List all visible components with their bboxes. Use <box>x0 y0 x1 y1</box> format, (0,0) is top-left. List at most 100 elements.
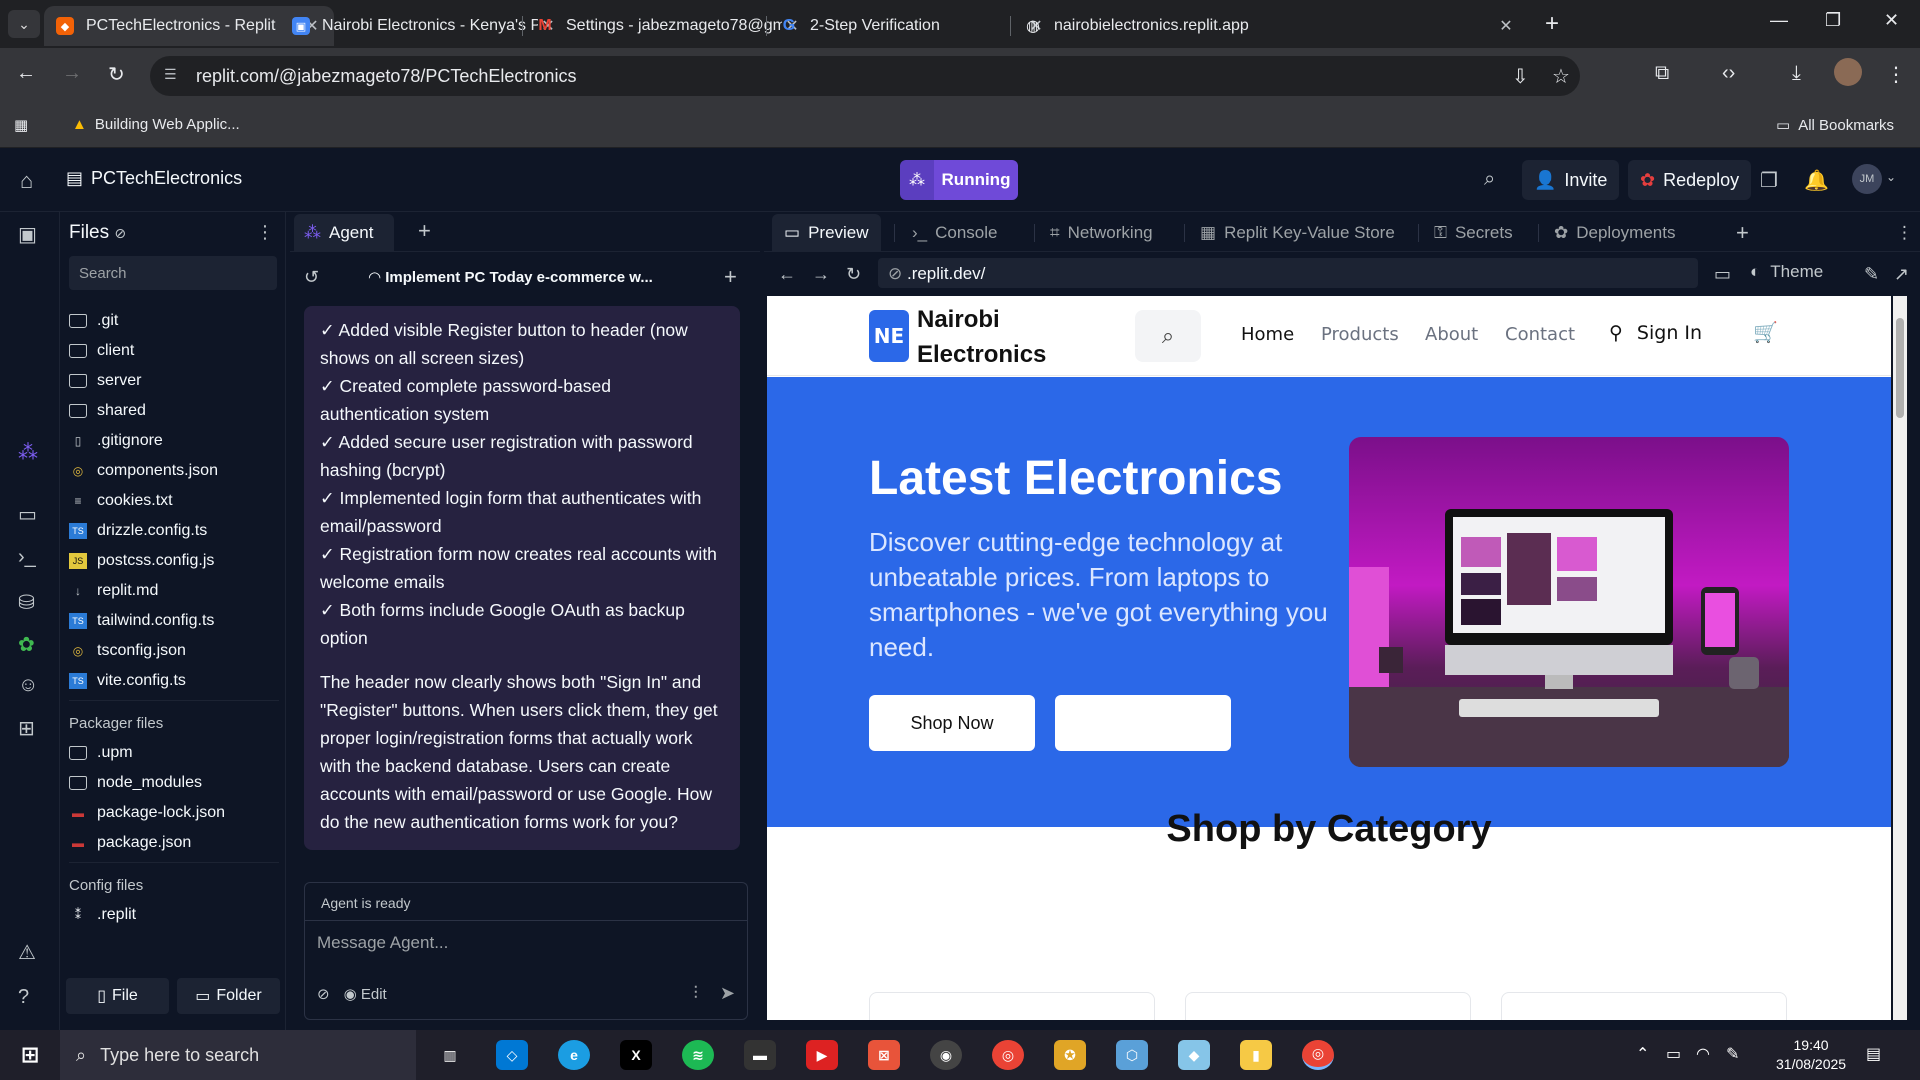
tree-item[interactable]: TS drizzle.config.ts <box>69 516 279 546</box>
tree-item[interactable]: client <box>69 336 279 366</box>
tree-item[interactable]: ◎ components.json <box>69 456 279 486</box>
address-bar[interactable]: ☰ replit.com/@jabezmageto78/PCTechElectr… <box>150 56 1580 96</box>
multiplayer-icon[interactable]: ❐ <box>1760 168 1778 193</box>
nav-home[interactable]: Home <box>1241 324 1294 345</box>
x-icon[interactable]: X <box>620 1040 652 1070</box>
cube-icon[interactable]: ⬡ <box>1116 1040 1148 1070</box>
alert-icon[interactable]: ⚠ <box>18 940 36 965</box>
forward-icon[interactable]: → <box>62 62 82 85</box>
back-icon[interactable]: ← <box>16 62 36 85</box>
new-thread-button[interactable]: + <box>724 264 750 290</box>
edit-mode-button[interactable]: ◉ Edit <box>344 985 387 1003</box>
tab-secrets[interactable]: ⚿ Secrets <box>1422 214 1525 252</box>
maximize-button[interactable]: ❐ <box>1825 10 1841 31</box>
forward-icon[interactable]: → <box>812 264 830 285</box>
files-menu-icon[interactable]: ⋮ <box>256 222 274 243</box>
new-folder-button[interactable]: ▭ Folder <box>177 978 280 1014</box>
tree-item[interactable]: ◎ tsconfig.json <box>69 636 279 666</box>
reload-icon[interactable]: ↻ <box>846 264 861 285</box>
cart-icon[interactable]: 🛒 <box>1753 320 1778 344</box>
pen-icon[interactable]: ✎ <box>1726 1044 1739 1064</box>
open-new-tab-icon[interactable]: ↗ <box>1894 264 1909 285</box>
tree-item[interactable]: JS postcss.config.js <box>69 546 279 576</box>
preview-url[interactable]: ⊘ .replit.dev/ <box>878 258 1698 288</box>
new-tab-button[interactable]: + <box>1545 10 1559 38</box>
nav-about[interactable]: About <box>1425 324 1478 345</box>
terminal-icon[interactable]: ▬ <box>744 1040 776 1070</box>
tab-deployments[interactable]: ✿ Deployments <box>1542 214 1687 252</box>
tree-item[interactable]: ↓ replit.md <box>69 576 279 606</box>
tab-console[interactable]: ›_ Console <box>900 214 1010 252</box>
nav-contact[interactable]: Contact <box>1505 324 1575 345</box>
nav-products[interactable]: Products <box>1321 324 1399 345</box>
secondary-button[interactable] <box>1055 695 1231 751</box>
system-clock[interactable]: 19:40 31/08/2025 <box>1776 1036 1846 1074</box>
download-icon[interactable]: ⤓ <box>1792 62 1801 85</box>
agent-icon[interactable]: ⁂ <box>18 440 38 465</box>
history-icon[interactable]: ↺ <box>304 267 334 288</box>
tree-item[interactable]: ⁑ .replit <box>69 900 279 930</box>
wrench-icon[interactable]: ✎ <box>1864 264 1879 285</box>
theme-button[interactable]: ◐ Theme <box>1750 262 1823 282</box>
edge-icon[interactable]: e <box>558 1040 590 1070</box>
medal-icon[interactable]: ✪ <box>1054 1040 1086 1070</box>
category-card[interactable] <box>869 992 1155 1020</box>
tree-item[interactable]: ▯ .gitignore <box>69 426 279 456</box>
bookmark-star-icon[interactable]: ☆ <box>1552 64 1570 89</box>
github-icon[interactable]: ◉ <box>930 1040 962 1070</box>
taskbar-search[interactable]: ⌕ Type here to search <box>60 1030 416 1080</box>
notification-icon[interactable]: ▤ <box>1866 1044 1881 1064</box>
redeploy-button[interactable]: ✿ Redeploy <box>1628 160 1752 200</box>
preview-scrollbar[interactable] <box>1893 296 1907 1020</box>
bell-icon[interactable]: 🔔 <box>1804 168 1829 193</box>
message-composer[interactable]: Message Agent... ⊘ ◉ Edit ⫶ ➤ <box>304 920 748 1020</box>
new-file-button[interactable]: ▯ File <box>66 978 169 1014</box>
all-tools-icon[interactable]: ⊞ <box>18 716 35 741</box>
tree-item[interactable]: server <box>69 366 279 396</box>
deploy-icon[interactable]: ✿ <box>18 632 35 657</box>
send-icon[interactable]: ➤ <box>720 983 735 1004</box>
tree-item[interactable]: .upm <box>69 738 279 768</box>
tab-networking[interactable]: ⌗ Networking <box>1038 214 1165 252</box>
devices-icon[interactable]: ▭ <box>1714 264 1731 285</box>
task-view-icon[interactable]: ▥ <box>434 1040 466 1070</box>
address-url[interactable]: replit.com/@jabezmageto78/PCTechElectron… <box>196 66 576 87</box>
back-icon[interactable]: ← <box>778 264 796 285</box>
category-card[interactable] <box>1501 992 1787 1020</box>
extensions-icon[interactable]: ⧉ <box>1655 62 1669 85</box>
users-icon[interactable]: ☺ <box>18 674 38 697</box>
tab-agent[interactable]: ⁂ Agent <box>294 214 394 252</box>
tree-item[interactable]: ≡ cookies.txt <box>69 486 279 516</box>
settings-sliders-icon[interactable]: ⫶ <box>693 983 698 1004</box>
tray-chevron-icon[interactable]: ⌃ <box>1636 1044 1649 1064</box>
pane-menu-icon[interactable]: ⋮ <box>1884 214 1920 252</box>
install-app-icon[interactable]: ⇩ <box>1512 64 1529 89</box>
close-icon[interactable]: ✕ <box>1496 16 1516 36</box>
tab-kv-store[interactable]: ▦ Replit Key-Value Store <box>1188 214 1407 252</box>
wifi-icon[interactable]: ◠ <box>1696 1044 1710 1064</box>
reload-icon[interactable]: ↻ <box>108 62 125 87</box>
preview-icon[interactable]: ▭ <box>18 502 37 527</box>
home-icon[interactable]: ⌂ <box>20 168 33 194</box>
spotify-icon[interactable]: ≋ <box>682 1040 714 1070</box>
attach-icon[interactable]: ⊘ <box>317 985 330 1003</box>
tab-search-button[interactable]: ⌄ <box>8 10 40 38</box>
database-icon[interactable]: ⛁ <box>18 590 35 615</box>
sign-in-button[interactable]: ⚲ Sign In <box>1609 322 1702 344</box>
tree-item[interactable]: node_modules <box>69 768 279 798</box>
windows-start-icon[interactable]: ⊞ <box>14 1040 46 1070</box>
tree-item[interactable]: shared <box>69 396 279 426</box>
browser-tab-replit-app[interactable]: ◍ nairobielectronics.replit.app ✕ <box>1012 6 1528 46</box>
message-input[interactable]: Message Agent... <box>317 933 448 953</box>
search-input[interactable]: Search <box>69 256 277 290</box>
site-info-icon[interactable]: ☰ <box>164 66 177 83</box>
app-icon[interactable]: ▶ <box>806 1040 838 1070</box>
user-avatar[interactable]: JM <box>1852 164 1882 194</box>
code-icon[interactable]: ‹› <box>1722 62 1735 85</box>
bookmark-item[interactable]: ▲ Building Web Applic... <box>72 116 240 133</box>
add-tab-button[interactable]: + <box>1724 214 1761 252</box>
files-icon[interactable]: ▣ <box>18 222 37 247</box>
minimize-button[interactable]: — <box>1770 10 1788 31</box>
tree-item[interactable]: .git <box>69 306 279 336</box>
search-icon[interactable]: ⌕ <box>1484 168 1495 191</box>
